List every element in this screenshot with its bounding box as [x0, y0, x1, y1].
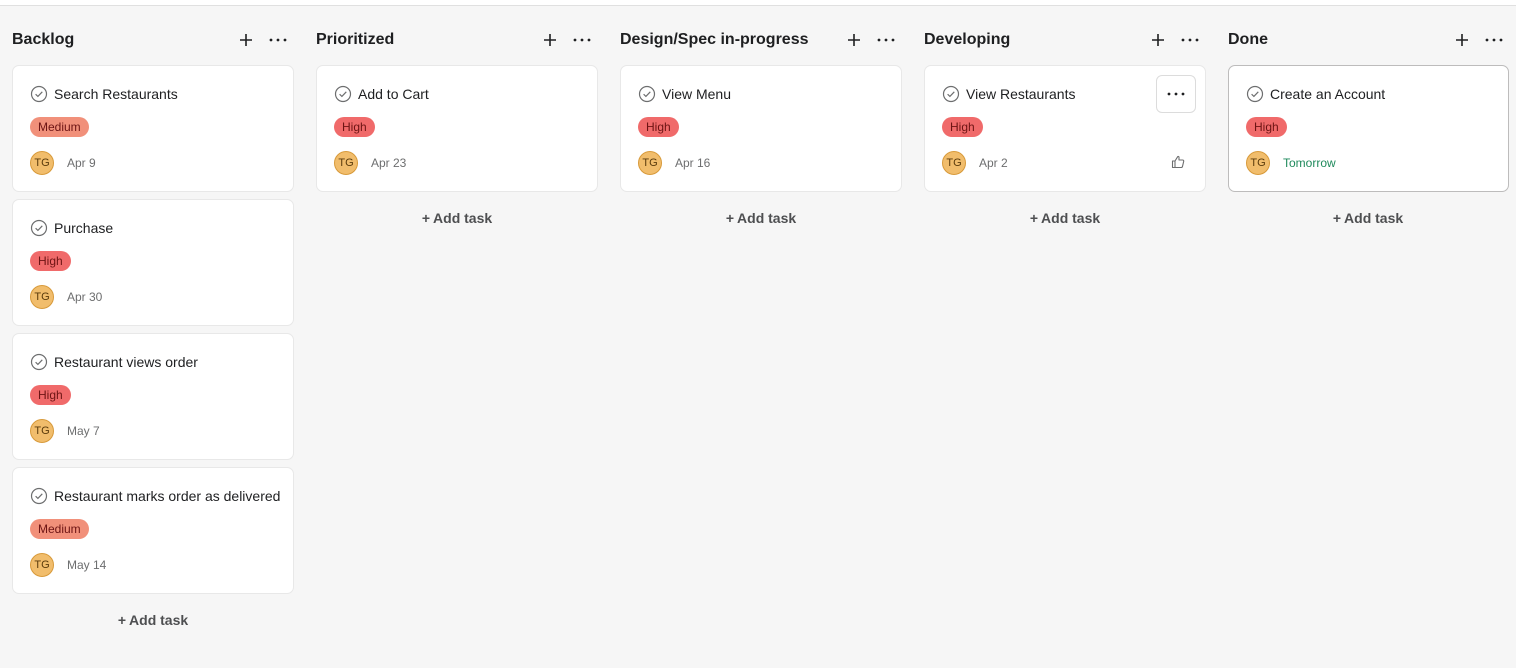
- avatar[interactable]: TG: [30, 419, 54, 443]
- task-card[interactable]: Restaurant views order High TG May 7: [12, 333, 294, 460]
- task-title: Restaurant marks order as delivered: [54, 488, 281, 504]
- priority-badge: High: [638, 117, 679, 137]
- add-icon[interactable]: [538, 28, 562, 52]
- due-date[interactable]: Apr 2: [979, 156, 1008, 170]
- plus-icon: +: [117, 612, 127, 628]
- task-card[interactable]: Restaurant marks order as delivered Medi…: [12, 467, 294, 594]
- task-card[interactable]: Add to Cart High TG Apr 23: [316, 65, 598, 192]
- task-title: Add to Cart: [358, 86, 429, 102]
- check-circle-icon[interactable]: [30, 219, 48, 237]
- add-task-button[interactable]: + Add task: [12, 608, 294, 632]
- avatar[interactable]: TG: [30, 151, 54, 175]
- add-icon[interactable]: [1146, 28, 1170, 52]
- due-date[interactable]: Tomorrow: [1283, 156, 1336, 170]
- plus-icon: +: [725, 210, 735, 226]
- priority-badge: Medium: [30, 117, 89, 137]
- check-circle-icon[interactable]: [942, 85, 960, 103]
- column-title: Prioritized: [316, 31, 395, 48]
- check-circle-icon[interactable]: [30, 353, 48, 371]
- add-task-button[interactable]: + Add task: [316, 206, 598, 230]
- avatar[interactable]: TG: [30, 285, 54, 309]
- due-date[interactable]: Apr 30: [67, 290, 102, 304]
- task-card[interactable]: Search Restaurants Medium TG Apr 9: [12, 65, 294, 192]
- column-header: Done: [1228, 26, 1510, 54]
- due-date[interactable]: Apr 23: [371, 156, 406, 170]
- add-task-button[interactable]: + Add task: [1228, 206, 1508, 230]
- add-task-button[interactable]: + Add task: [620, 206, 902, 230]
- more-icon[interactable]: [570, 28, 594, 52]
- add-icon[interactable]: [234, 28, 258, 52]
- avatar[interactable]: TG: [942, 151, 966, 175]
- thumbs-up-icon[interactable]: [1170, 154, 1186, 170]
- add-task-label: Add task: [737, 210, 797, 226]
- more-icon[interactable]: [1178, 28, 1202, 52]
- due-date[interactable]: May 14: [67, 558, 106, 572]
- add-icon[interactable]: [1450, 28, 1474, 52]
- column-header: Developing: [924, 26, 1206, 54]
- task-title: Purchase: [54, 220, 114, 236]
- priority-badge: High: [942, 117, 983, 137]
- due-date[interactable]: Apr 9: [67, 156, 96, 170]
- priority-badge: Medium: [30, 519, 89, 539]
- plus-icon: +: [421, 210, 431, 226]
- board: Backlog Search Restaurants Medium TG Apr…: [0, 6, 1516, 668]
- column-title: Backlog: [12, 31, 75, 48]
- task-title: Create an Account: [1270, 86, 1386, 102]
- task-title: Search Restaurants: [54, 86, 178, 102]
- priority-badge: High: [30, 385, 71, 405]
- add-icon[interactable]: [842, 28, 866, 52]
- plus-icon: +: [1029, 210, 1039, 226]
- avatar[interactable]: TG: [30, 553, 54, 577]
- plus-icon: +: [1332, 210, 1342, 226]
- column-header: Prioritized: [316, 26, 598, 54]
- add-task-label: Add task: [1344, 210, 1404, 226]
- task-title: View Restaurants: [966, 86, 1076, 102]
- task-card[interactable]: Create an Account High TG Tomorrow: [1228, 65, 1509, 192]
- card-more-button[interactable]: [1156, 75, 1196, 113]
- priority-badge: High: [30, 251, 71, 271]
- add-task-label: Add task: [433, 210, 493, 226]
- column-header: Backlog: [12, 26, 294, 54]
- task-card[interactable]: Purchase High TG Apr 30: [12, 199, 294, 326]
- avatar[interactable]: TG: [334, 151, 358, 175]
- more-icon: [1167, 92, 1185, 96]
- avatar[interactable]: TG: [638, 151, 662, 175]
- check-circle-icon[interactable]: [638, 85, 656, 103]
- more-icon[interactable]: [266, 28, 290, 52]
- add-task-button[interactable]: + Add task: [924, 206, 1206, 230]
- column-title: Developing: [924, 31, 1011, 48]
- priority-badge: High: [1246, 117, 1287, 137]
- task-title: Restaurant views order: [54, 354, 198, 370]
- check-circle-icon[interactable]: [1246, 85, 1264, 103]
- check-circle-icon[interactable]: [334, 85, 352, 103]
- column-title: Design/Spec in-progress: [620, 31, 809, 48]
- task-card[interactable]: View Menu High TG Apr 16: [620, 65, 902, 192]
- avatar[interactable]: TG: [1246, 151, 1270, 175]
- due-date[interactable]: May 7: [67, 424, 100, 438]
- column-title: Done: [1228, 31, 1268, 48]
- add-task-label: Add task: [129, 612, 189, 628]
- add-task-label: Add task: [1041, 210, 1101, 226]
- more-icon[interactable]: [1482, 28, 1506, 52]
- check-circle-icon[interactable]: [30, 487, 48, 505]
- column-header: Design/Spec in-progress: [620, 26, 902, 54]
- check-circle-icon[interactable]: [30, 85, 48, 103]
- task-card[interactable]: View Restaurants High TG Apr 2: [924, 65, 1206, 192]
- more-icon[interactable]: [874, 28, 898, 52]
- task-title: View Menu: [662, 86, 732, 102]
- due-date[interactable]: Apr 16: [675, 156, 710, 170]
- priority-badge: High: [334, 117, 375, 137]
